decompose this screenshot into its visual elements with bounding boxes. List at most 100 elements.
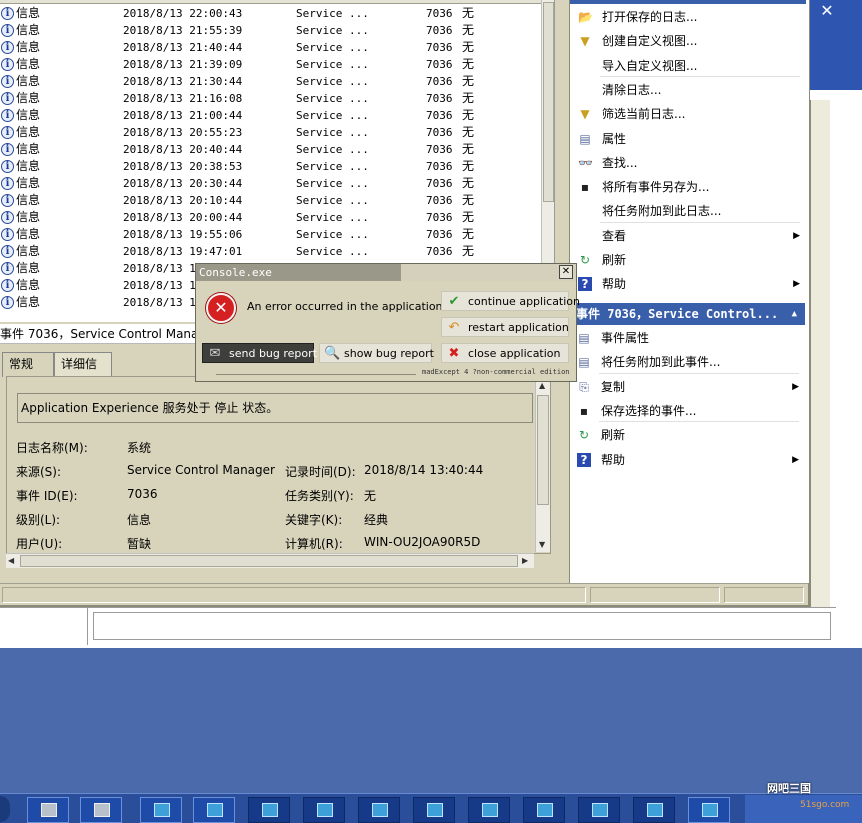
scroll-down-icon[interactable]: ▼ <box>539 540 545 549</box>
watermark-logo: 网吧三国 <box>767 782 811 795</box>
cell-datetime: 2018/8/13 21:39:09 <box>123 58 243 71</box>
taskbar-button[interactable] <box>468 797 510 823</box>
taskbar-button[interactable] <box>358 797 400 823</box>
action-label: 事件属性 <box>601 331 650 345</box>
taskbar-button[interactable] <box>633 797 675 823</box>
cell-level: 信息 <box>16 227 41 241</box>
continue-application-button[interactable]: ✔ continue application <box>441 291 580 311</box>
info-icon: i <box>1 279 14 292</box>
keywords-label: 关键字(K): <box>285 513 343 527</box>
properties-icon: ▤ <box>578 331 590 345</box>
show-bug-report-button[interactable]: 🔍 show bug report <box>319 343 434 363</box>
action-item[interactable]: ? 帮助 ▶ <box>578 273 806 295</box>
restart-application-button[interactable]: ↶ restart application <box>441 317 569 337</box>
cell-category: 无 <box>462 108 475 122</box>
taskbar-button[interactable] <box>140 797 182 823</box>
table-row[interactable]: i 信息 2018/8/13 20:38:53 Service ... 7036 无 <box>0 158 545 175</box>
cell-category: 无 <box>462 193 475 207</box>
cell-category: 无 <box>462 6 475 20</box>
scrollbar-thumb[interactable] <box>537 395 549 505</box>
action-item[interactable]: ↻ 刷新 <box>577 424 805 446</box>
action-item[interactable]: ▪ 保存选择的事件... <box>577 400 805 422</box>
event-id-label: 事件 ID(E): <box>16 489 78 503</box>
taskbar-button[interactable] <box>523 797 565 823</box>
action-item[interactable]: ⎘ 复制 ▶ <box>577 376 805 398</box>
blank-icon <box>578 59 592 73</box>
cell-source: Service ... <box>296 7 369 20</box>
cell-datetime: 2018/8/13 20:30:44 <box>123 177 243 190</box>
scroll-up-icon[interactable]: ▲ <box>539 381 545 390</box>
submenu-arrow-icon: ▶ <box>792 454 799 465</box>
table-row[interactable]: i 信息 2018/8/13 20:00:44 Service ... 7036 无 <box>0 209 545 226</box>
action-item[interactable]: ▪ 将所有事件另存为... <box>578 176 806 198</box>
cell-source: Service ... <box>296 245 369 258</box>
dialog-close-button[interactable]: ✕ <box>559 265 573 279</box>
detail-horizontal-scrollbar[interactable]: ◀ ▶ <box>6 553 534 568</box>
info-icon: i <box>1 211 14 224</box>
table-row[interactable]: i 信息 2018/8/13 21:55:39 Service ... 7036 无 <box>0 22 545 39</box>
save-icon: ▪ <box>580 180 590 195</box>
actions-event-section-header[interactable]: 事件 7036，Service Control... ▲ <box>570 303 805 325</box>
scroll-right-icon[interactable]: ▶ <box>522 556 528 565</box>
action-item[interactable]: 清除日志... <box>578 79 806 101</box>
cell-category: 无 <box>462 142 475 156</box>
taskbar-button[interactable] <box>303 797 345 823</box>
scroll-left-icon[interactable]: ◀ <box>8 556 14 565</box>
cell-event-id: 7036 <box>426 211 453 224</box>
info-icon: i <box>1 143 14 156</box>
cell-event-id: 7036 <box>426 41 453 54</box>
info-icon: i <box>1 228 14 241</box>
tab-details[interactable]: 详细信息 <box>54 352 112 393</box>
task-category-label: 任务类别(Y): <box>285 489 354 503</box>
tab-general[interactable]: 常规 <box>2 352 54 377</box>
submenu-arrow-icon: ▶ <box>792 381 799 392</box>
cell-event-id: 7036 <box>426 126 453 139</box>
cell-event-id: 7036 <box>426 24 453 37</box>
action-item[interactable]: ▼ 创建自定义视图... <box>578 30 806 52</box>
action-label: 帮助 <box>601 452 626 467</box>
app-window-icon <box>317 803 333 817</box>
action-item[interactable]: 将任务附加到此日志... <box>578 200 806 222</box>
taskbar-button[interactable] <box>688 797 730 823</box>
computer-label: 计算机(R): <box>285 537 343 551</box>
cell-level: 信息 <box>16 193 41 207</box>
table-row[interactable]: i 信息 2018/8/13 21:39:09 Service ... 7036 无 <box>0 56 545 73</box>
action-item[interactable]: ▤ 事件属性 <box>577 327 805 349</box>
action-item[interactable]: 👓 查找... <box>578 152 806 174</box>
table-row[interactable]: i 信息 2018/8/13 20:10:44 Service ... 7036 无 <box>0 192 545 209</box>
action-item[interactable]: ↻ 刷新 <box>578 249 806 271</box>
actions-event-section-title: 事件 7036，Service Control... <box>576 307 779 321</box>
collapse-icon[interactable]: ▲ <box>792 303 797 325</box>
background-window-close-icon[interactable]: ✕ <box>818 2 836 20</box>
table-row[interactable]: i 信息 2018/8/13 20:55:23 Service ... 7036 无 <box>0 124 545 141</box>
table-row[interactable]: i 信息 2018/8/13 21:16:08 Service ... 7036 无 <box>0 90 545 107</box>
detail-vertical-scrollbar[interactable]: ▲ ▼ <box>535 380 550 552</box>
taskbar-button[interactable] <box>413 797 455 823</box>
action-item[interactable]: ? 帮助 ▶ <box>577 449 805 471</box>
scrollbar-thumb[interactable] <box>20 555 518 567</box>
table-row[interactable]: i 信息 2018/8/13 21:40:44 Service ... 7036 无 <box>0 39 545 56</box>
table-row[interactable]: i 信息 2018/8/13 20:40:44 Service ... 7036 无 <box>0 141 545 158</box>
action-item[interactable]: ▤ 属性 <box>578 128 806 150</box>
action-item[interactable]: ▼ 筛选当前日志... <box>578 103 806 125</box>
table-row[interactable]: i 信息 2018/8/13 21:30:44 Service ... 7036 无 <box>0 73 545 90</box>
action-item[interactable]: 导入自定义视图... <box>578 55 806 77</box>
table-row[interactable]: i 信息 2018/8/13 21:00:44 Service ... 7036 无 <box>0 107 545 124</box>
taskbar-button[interactable] <box>80 797 122 823</box>
taskbar-button[interactable] <box>248 797 290 823</box>
table-row[interactable]: i 信息 2018/8/13 20:30:44 Service ... 7036 无 <box>0 175 545 192</box>
action-item[interactable]: 📂 打开保存的日志... <box>578 6 806 28</box>
taskbar-button[interactable] <box>193 797 235 823</box>
taskbar-button[interactable] <box>578 797 620 823</box>
event-list-header <box>0 0 545 4</box>
send-bug-report-button[interactable]: ✉ send bug report <box>202 343 317 363</box>
close-application-button[interactable]: ✖ close application <box>441 343 569 363</box>
table-row[interactable]: i 信息 2018/8/13 19:47:01 Service ... 7036 无 <box>0 243 545 260</box>
action-item[interactable]: ▤ 将任务附加到此事件... <box>577 351 805 373</box>
cell-datetime: 2018/8/13 21:00:44 <box>123 109 243 122</box>
taskbar-button[interactable] <box>27 797 69 823</box>
scrollbar-thumb[interactable] <box>543 2 554 202</box>
table-row[interactable]: i 信息 2018/8/13 22:00:43 Service ... 7036 无 <box>0 5 545 22</box>
table-row[interactable]: i 信息 2018/8/13 19:55:06 Service ... 7036 无 <box>0 226 545 243</box>
action-item[interactable]: 查看 ▶ <box>578 225 806 247</box>
